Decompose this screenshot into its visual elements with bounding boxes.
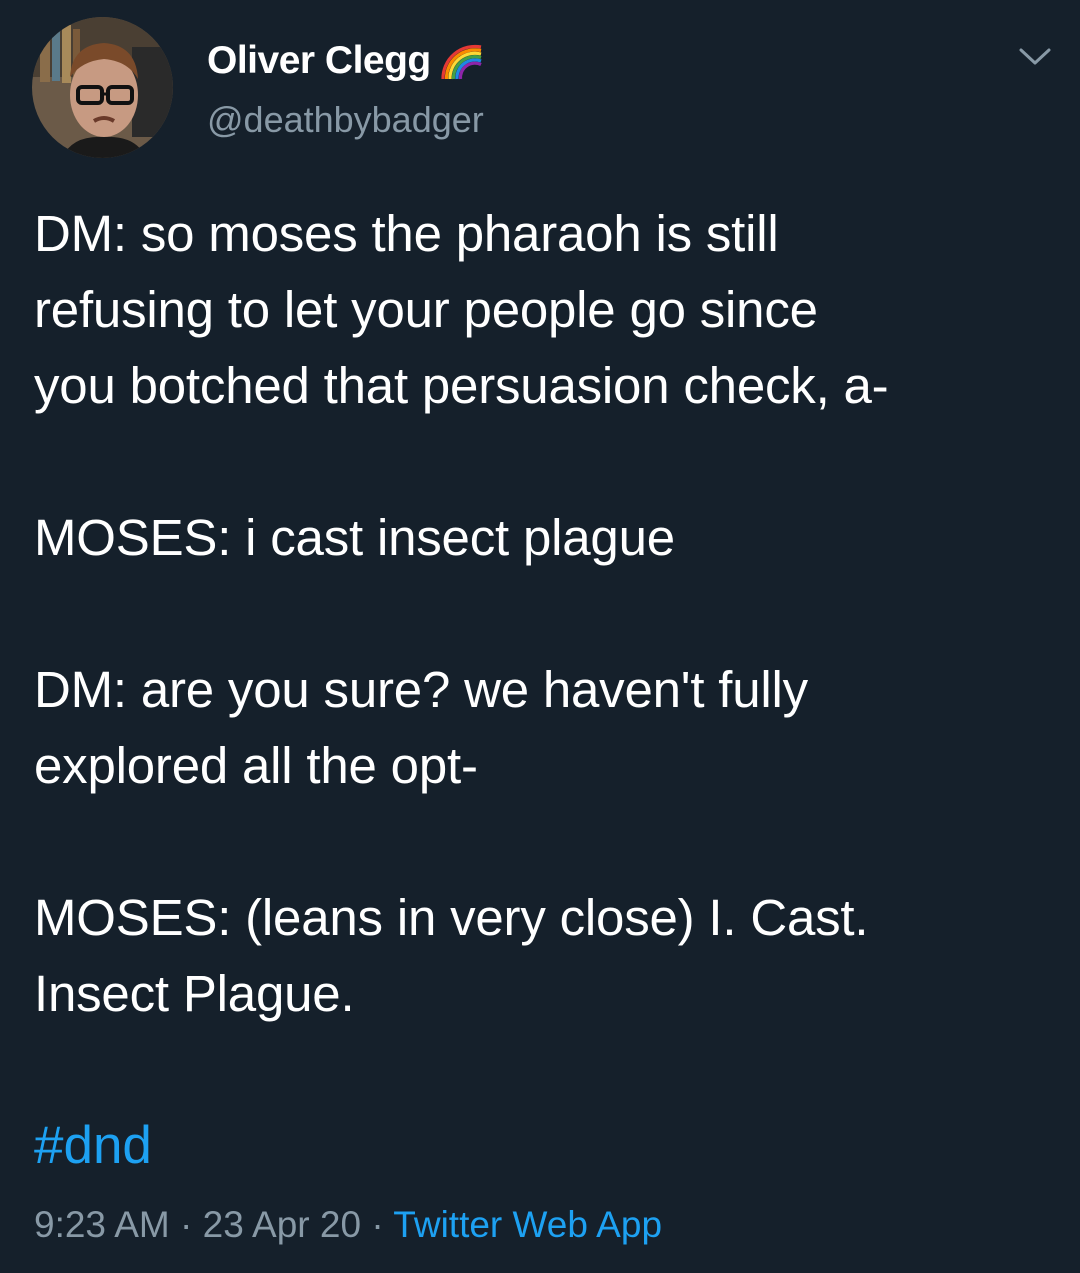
tweet-paragraph: DM: are you sure? we haven't fully explo… [34,652,1064,804]
tweet-paragraph: DM: so moses the pharaoh is still refusi… [34,196,1064,424]
author-name-row[interactable]: Oliver Clegg [207,36,485,86]
tweet-line: refusing to let your people go since [34,281,818,338]
rainbow-icon [441,44,482,80]
hashtag-link[interactable]: #dnd [34,1108,152,1184]
tweet-line: DM: are you sure? we haven't fully [34,661,808,718]
tweet-meta: 9:23 AM · 23 Apr 20 · Twitter Web App [34,1198,662,1252]
meta-separator: · [371,1204,384,1245]
meta-separator: · [180,1204,193,1245]
tweet-line: DM: so moses the pharaoh is still [34,205,779,262]
tweet-line: MOSES: i cast insect plague [34,509,675,566]
tweet-paragraph: MOSES: i cast insect plague [34,500,1064,576]
profile-avatar-image [32,17,173,158]
tweet-line: you botched that persuasion check, a- [34,357,889,414]
tweet-text: DM: so moses the pharaoh is still refusi… [34,196,1064,1032]
tweet-line: Insect Plague. [34,965,355,1022]
author-handle[interactable]: @deathbybadger [207,99,484,141]
chevron-down-icon[interactable] [1016,44,1054,70]
tweet-paragraph: MOSES: (leans in very close) I. Cast. In… [34,880,1064,1032]
tweet-time[interactable]: 9:23 AM [34,1204,170,1245]
avatar[interactable] [32,17,173,158]
display-name[interactable]: Oliver Clegg [207,39,431,83]
tweet-line: MOSES: (leans in very close) I. Cast. [34,889,869,946]
tweet-card: Oliver Clegg @deathbybadger DM: so moses… [0,0,1080,1273]
source-link[interactable]: Twitter Web App [393,1204,662,1245]
tweet-line: explored all the opt- [34,737,478,794]
tweet-date[interactable]: 23 Apr 20 [203,1204,361,1245]
